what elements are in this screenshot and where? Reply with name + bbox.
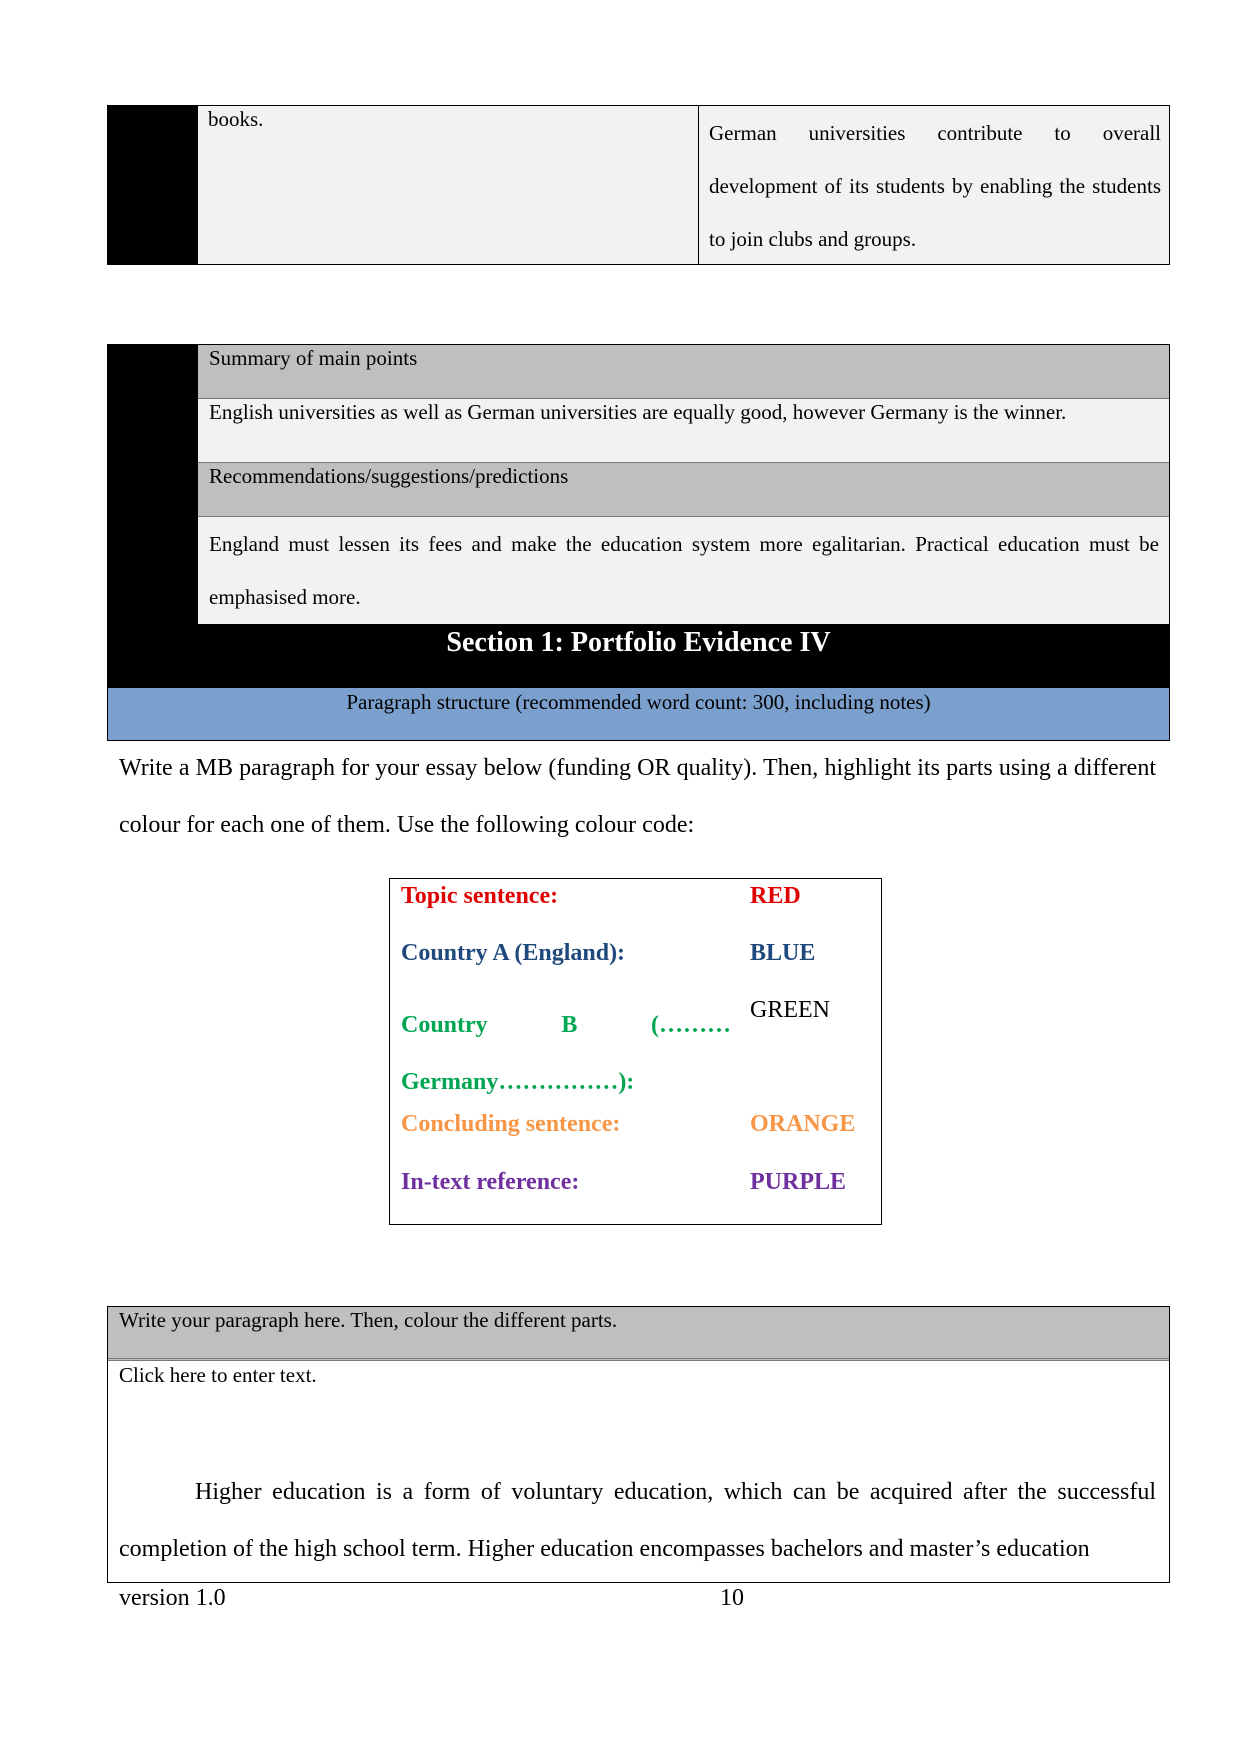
footer-version: version 1.0 (119, 1585, 226, 1611)
top-table: books. German universities contribute to… (107, 105, 1170, 265)
section-subtitle: Paragraph structure (recommended word co… (346, 690, 931, 714)
code-country-b: Country B (……… Germany……………): (401, 1012, 731, 1095)
code-country-a: Country A (England): (401, 940, 626, 966)
colour-code-box: Topic sentence: RED Country A (England):… (389, 878, 882, 1225)
summary-body-text: English universities as well as German u… (209, 400, 1067, 424)
paragraph-placeholder[interactable]: Click here to enter text. (119, 1363, 317, 1387)
section-title: Section 1: Portfolio Evidence IV (446, 627, 831, 658)
summary-body: English universities as well as German u… (198, 399, 1169, 463)
summary-header-text: Summary of main points (209, 346, 418, 370)
footer-page-number: 10 (720, 1585, 744, 1611)
code-reference-value: PURPLE (750, 1169, 846, 1195)
cell-divider (698, 106, 699, 264)
code-concluding: Concluding sentence: (401, 1111, 621, 1137)
recommendations-body: England must lessen its fees and make th… (198, 517, 1169, 624)
black-column (108, 106, 198, 264)
top-left-cell: books. (208, 107, 264, 131)
recommendations-header-text: Recommendations/suggestions/predictions (209, 464, 569, 488)
code-concluding-value: ORANGE (750, 1111, 856, 1137)
instructions: Write a MB paragraph for your essay belo… (119, 755, 1156, 838)
paragraph-header-text: Write your paragraph here. Then, colour … (119, 1308, 618, 1332)
code-country-a-value: BLUE (750, 940, 816, 966)
paragraph-text[interactable]: Higher education is a form of voluntary … (119, 1464, 1156, 1578)
top-right-cell: German universities contribute to overal… (709, 121, 1161, 251)
paragraph-header: Write your paragraph here. Then, colour … (108, 1307, 1169, 1361)
document-page: books. German universities contribute to… (0, 0, 1241, 1754)
summary-header: Summary of main points (198, 345, 1169, 399)
paragraph-box: Write your paragraph here. Then, colour … (107, 1306, 1170, 1583)
code-reference: In-text reference: (401, 1169, 580, 1195)
recommendations-body-text: England must lessen its fees and make th… (209, 532, 1159, 609)
code-topic-value: RED (750, 883, 801, 909)
summary-table: Summary of main points English universit… (107, 344, 1170, 741)
code-topic: Topic sentence: (401, 883, 559, 909)
code-country-b-value: GREEN (750, 997, 830, 1023)
recommendations-header: Recommendations/suggestions/predictions (198, 463, 1169, 517)
section-subtitle-bar: Paragraph structure (recommended word co… (108, 688, 1169, 740)
